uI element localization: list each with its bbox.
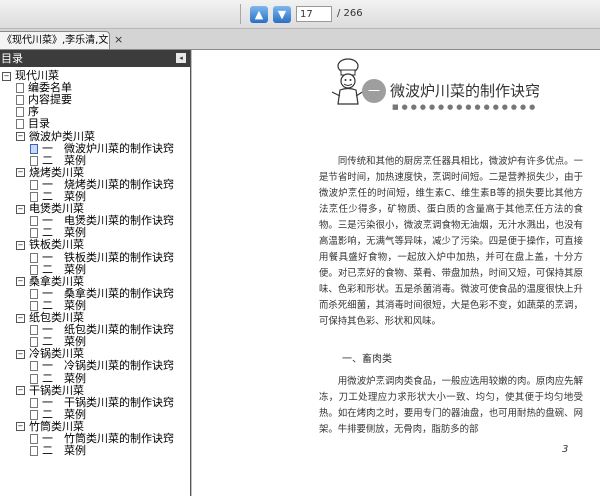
chapter-number-badge: 一 [362, 79, 386, 103]
chapter-title: 微波炉川菜的制作诀窍 [390, 82, 541, 100]
page-icon [30, 179, 38, 190]
page-icon [16, 119, 24, 130]
document-tab[interactable]: 《现代川菜》,李乐清,文字版 [0, 31, 110, 49]
bookmark-label: 二 菜例 [42, 262, 86, 276]
section-heading: 一、畜肉类 [342, 354, 392, 365]
page-icon [30, 155, 38, 166]
bookmark-label: 一 微波炉川菜的制作诀窍 [42, 141, 174, 155]
collapse-node-icon[interactable]: − [2, 71, 11, 81]
bookmark-item[interactable]: 内容提要 [16, 94, 72, 106]
page-icon [30, 325, 38, 336]
bookmark-label: 干锅类川菜 [29, 383, 84, 397]
bookmark-label: 烧烤类川菜 [29, 165, 84, 179]
bookmark-label: 二 菜例 [42, 444, 86, 458]
page-number: 3 [562, 444, 569, 455]
collapse-node-icon[interactable]: − [16, 313, 25, 323]
collapse-node-icon[interactable]: − [16, 386, 25, 396]
close-tab-icon[interactable]: × [114, 33, 123, 46]
bookmark-label: 一 铁板类川菜的制作诀窍 [42, 250, 174, 264]
bookmark-item[interactable]: 二 菜例 [30, 445, 86, 457]
bookmark-label: 二 菜例 [42, 371, 86, 385]
decorative-dots: ■●●●●●●●●●●●●●●● [392, 103, 539, 111]
bookmark-label: 一 干锅类川菜的制作诀窍 [42, 395, 174, 409]
next-page-button[interactable]: ▼ [273, 6, 291, 23]
page-icon [30, 300, 38, 311]
collapse-node-icon[interactable]: − [16, 204, 25, 214]
bookmark-label: 铁板类川菜 [29, 238, 84, 252]
page-icon [30, 216, 38, 227]
bookmark-label: 微波炉类川菜 [29, 129, 95, 143]
bookmark-label: 竹筒类川菜 [29, 419, 84, 433]
collapse-node-icon[interactable]: − [16, 422, 25, 432]
page-icon [30, 252, 38, 263]
toolbar: ▲ ▼ / 266 [0, 0, 600, 29]
bookmark-label: 目录 [28, 117, 50, 131]
page-total-label: / 266 [337, 8, 363, 19]
page-icon [30, 446, 38, 457]
page-icon [30, 337, 38, 348]
previous-page-button[interactable]: ▲ [250, 6, 268, 23]
page-icon [30, 264, 38, 275]
page-icon [16, 95, 24, 106]
bookmark-label: 二 菜例 [42, 298, 86, 312]
page-icon [30, 192, 38, 202]
toolbar-separator [240, 4, 241, 24]
bookmark-label: 一 烧烤类川菜的制作诀窍 [42, 177, 174, 191]
bookmark-label: 二 菜例 [42, 153, 86, 167]
bookmarks-title: 目录 [1, 52, 23, 65]
page-icon [16, 83, 24, 94]
bookmarks-panel: 目录 ◂ − 现代川菜 编委名单 内容提要序目录 − 微波炉类川菜一 微波炉川菜的制作诀窍… [0, 50, 191, 496]
arrow-up-icon: ▲ [254, 8, 264, 21]
body-paragraph-1: 同传统和其他的厨房烹任器具相比，微波炉有许多优点。一是节省时间，加热速度快，烹调… [319, 156, 583, 327]
bookmark-label: 二 菜例 [42, 407, 86, 421]
bookmark-label: 一 冷锅类川菜的制作诀窍 [42, 359, 174, 373]
collapse-node-icon[interactable]: − [16, 132, 25, 141]
bookmark-label: 桑拿类川菜 [29, 274, 84, 288]
document-page: 一 微波炉川菜的制作诀窍 ■●●●●●●●●●●●●●●● 同传统和其他的厨房烹… [192, 50, 600, 496]
arrow-down-icon: ▼ [277, 8, 287, 21]
collapse-node-icon[interactable]: − [16, 277, 25, 287]
bookmark-label: 一 桑拿类川菜的制作诀窍 [42, 286, 174, 300]
bookmark-label: 序 [28, 105, 39, 119]
page-icon [16, 107, 24, 118]
collapse-panel-icon[interactable]: ◂ [176, 53, 186, 63]
page-icon [30, 361, 38, 372]
page-icon [30, 409, 38, 420]
body-paragraph-2: 用微波炉烹调肉类食品，一般应选用较嫩的肉。原肉应先解冻，刀工处理应力求形状大小一… [319, 376, 583, 435]
bookmarks-header: 目录 ◂ [0, 50, 190, 67]
chef-icon [331, 58, 365, 105]
collapse-node-icon[interactable]: − [16, 240, 25, 250]
bookmark-tree: − 现代川菜 编委名单 内容提要序目录 − 微波炉类川菜一 微波炉川菜的制作诀窍二 菜例 −… [0, 67, 190, 496]
page-icon [30, 397, 38, 408]
collapse-node-icon[interactable]: − [16, 349, 25, 359]
tab-bar: 《现代川菜》,李乐清,文字版 [0, 29, 600, 50]
page-icon [30, 373, 38, 384]
collapse-node-icon[interactable]: − [16, 168, 25, 178]
page-icon [30, 143, 38, 154]
page-icon [30, 228, 38, 239]
page-number-input[interactable] [296, 6, 332, 22]
page-icon [30, 434, 38, 444]
tab-title: 《现代川菜》,李乐清,文字版 [2, 35, 109, 46]
page-icon [30, 288, 38, 299]
